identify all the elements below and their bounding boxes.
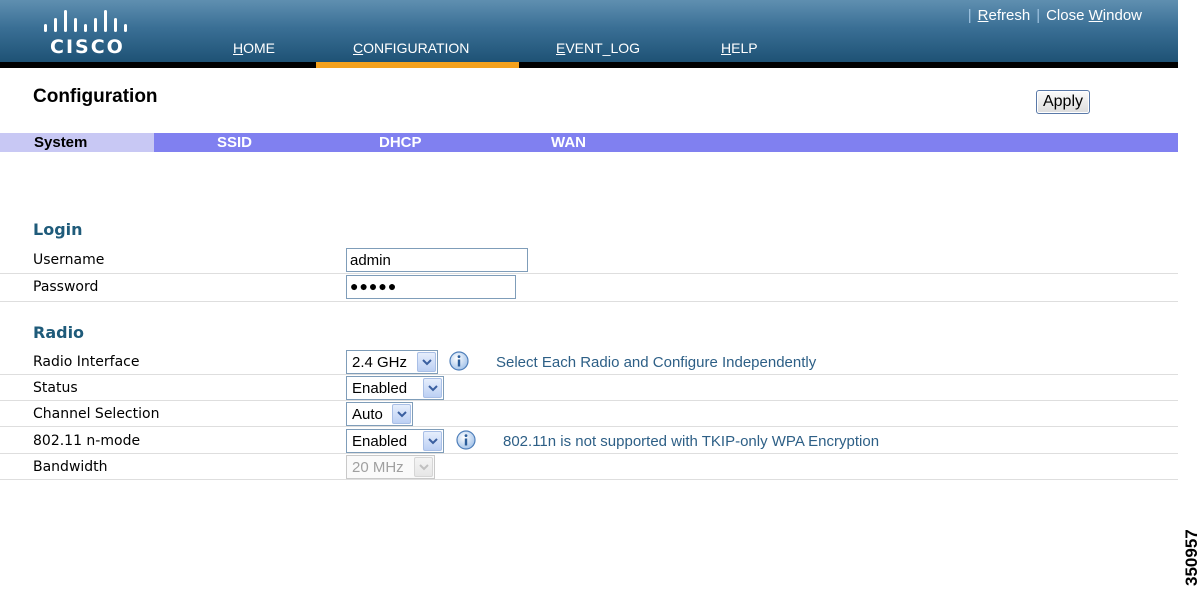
radio-interface-hint: Select Each Radio and Configure Independ…	[496, 354, 817, 371]
password-input[interactable]: ●●●●●	[346, 275, 516, 299]
chevron-down-icon	[423, 378, 442, 398]
channel-selection-select[interactable]: Auto	[346, 402, 413, 426]
apply-button[interactable]: Apply	[1036, 90, 1090, 114]
utility-links: | Refresh | Close Window	[967, 7, 1142, 24]
tab-system[interactable]: System	[0, 133, 154, 152]
info-icon[interactable]	[449, 351, 469, 371]
nav-home[interactable]: HOME	[233, 40, 275, 56]
config-tabs: System SSID DHCP WAN	[0, 133, 1178, 152]
status-label: Status	[33, 380, 78, 396]
tab-dhcp[interactable]: DHCP	[379, 133, 422, 152]
nav-help[interactable]: HELP	[721, 40, 758, 56]
username-row: Username	[0, 247, 1178, 274]
nav-event-log[interactable]: EVENT_LOG	[556, 40, 640, 56]
password-label: Password	[33, 279, 99, 295]
n-mode-hint: 802.11n is not supported with TKIP-only …	[503, 433, 880, 450]
login-section-title: Login	[33, 220, 83, 239]
radio-interface-label: Radio Interface	[33, 354, 140, 370]
chevron-down-icon	[423, 431, 442, 451]
username-input[interactable]	[346, 248, 528, 272]
radio-interface-select[interactable]: 2.4 GHz	[346, 350, 438, 374]
n-mode-label: 802.11 n-mode	[33, 433, 141, 449]
bandwidth-select: 20 MHz	[346, 455, 435, 479]
active-nav-indicator	[316, 62, 519, 68]
app-header: CISCO HOME CONFIGURATION EVENT_LOG HELP …	[0, 0, 1178, 68]
info-icon[interactable]	[456, 430, 476, 450]
tab-wan[interactable]: WAN	[551, 133, 586, 152]
radio-section-title: Radio	[33, 323, 85, 342]
channel-selection-row: Channel Selection	[0, 401, 1178, 427]
close-window-link[interactable]: Close Window	[1046, 7, 1142, 24]
chevron-down-icon	[417, 352, 436, 372]
page-title: Configuration	[33, 86, 158, 107]
bandwidth-label: Bandwidth	[33, 459, 108, 475]
chevron-down-icon	[392, 404, 411, 424]
username-label: Username	[33, 252, 105, 268]
cisco-bars-icon	[44, 10, 127, 32]
chevron-down-icon	[414, 457, 433, 477]
tab-ssid[interactable]: SSID	[217, 133, 252, 152]
channel-selection-label: Channel Selection	[33, 406, 160, 422]
n-mode-select[interactable]: Enabled	[346, 429, 444, 453]
status-row: Status	[0, 375, 1178, 401]
password-row: Password	[0, 274, 1178, 302]
refresh-link[interactable]: Refresh	[978, 7, 1031, 24]
figure-id: 350957	[1182, 529, 1201, 586]
nav-configuration[interactable]: CONFIGURATION	[353, 40, 469, 56]
status-select[interactable]: Enabled	[346, 376, 444, 400]
bandwidth-row: Bandwidth	[0, 454, 1178, 480]
top-nav: HOME CONFIGURATION EVENT_LOG HELP	[0, 40, 1178, 62]
